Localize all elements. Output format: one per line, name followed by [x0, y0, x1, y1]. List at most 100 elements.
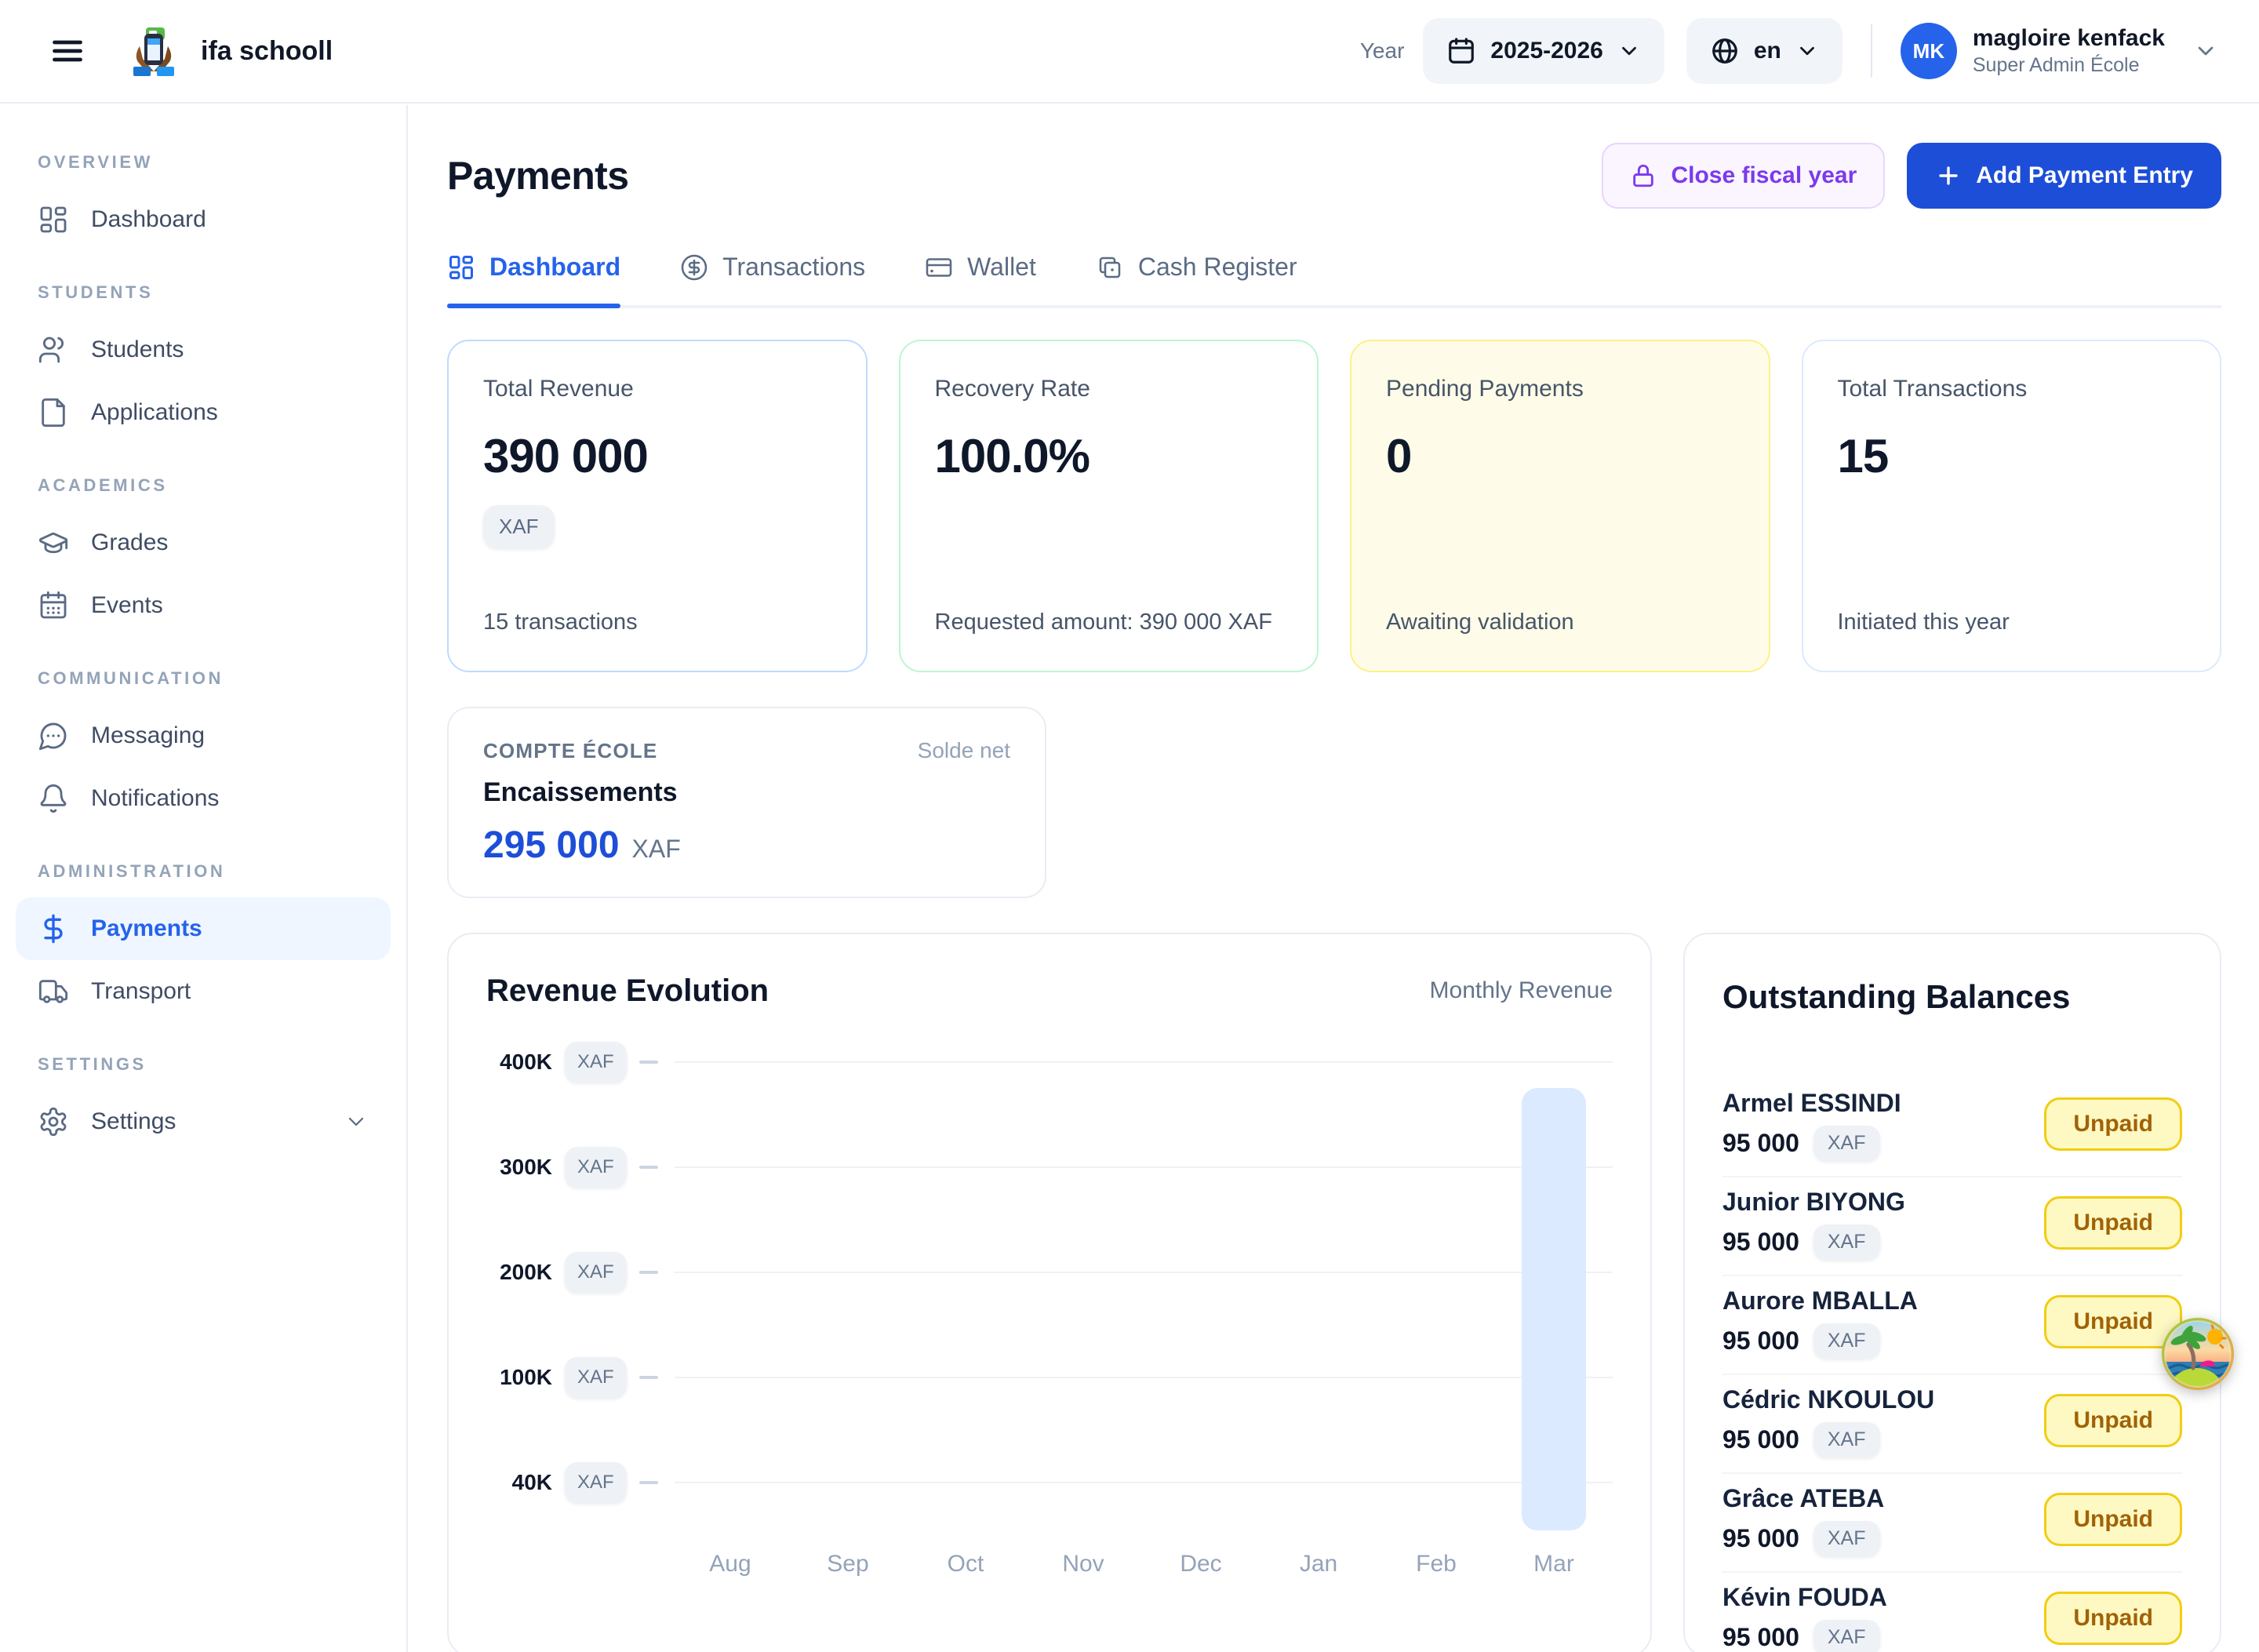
- x-tick-label: Mar: [1495, 1551, 1613, 1577]
- stat-value: 15: [1838, 429, 2186, 483]
- gridline-row: 200K XAF: [486, 1220, 1613, 1325]
- amount: 95 000: [1722, 1326, 1799, 1355]
- net-balance-label: Solde net: [918, 738, 1010, 763]
- sidebar-item-notifications[interactable]: Notifications: [0, 767, 406, 830]
- y-tick-label: 200K: [486, 1260, 552, 1285]
- x-tick-label: Aug: [671, 1551, 789, 1577]
- chart-legend: Monthly Revenue: [1430, 977, 1613, 1004]
- sidebar-item-grades[interactable]: Grades: [0, 511, 406, 574]
- topbar: ifa schooll Year 2025-2026 en MK: [0, 0, 2259, 104]
- tab-transactions[interactable]: Transactions: [680, 253, 865, 305]
- tick-mark: [639, 1376, 658, 1379]
- gear-icon: [38, 1106, 69, 1137]
- sidebar-item-messaging[interactable]: Messaging: [0, 704, 406, 767]
- tab-label: Dashboard: [489, 253, 620, 282]
- user-menu[interactable]: MK magloire kenfack Super Admin École: [1901, 23, 2218, 79]
- sidebar-item-label: Students: [91, 337, 184, 363]
- cash-register-icon: [1096, 253, 1124, 282]
- sidebar: OVERVIEW Dashboard STUDENTS Students App…: [0, 105, 408, 1652]
- status-badge: Unpaid: [2044, 1097, 2182, 1151]
- currency-badge: XAF: [1813, 1224, 1880, 1260]
- amount: 95 000: [1722, 1228, 1799, 1257]
- currency-badge: XAF: [483, 505, 555, 548]
- year-label: Year: [1360, 38, 1405, 64]
- divider: [1871, 24, 1872, 78]
- sidebar-section-academics: ACADEMICS: [0, 444, 406, 511]
- chart-title: Revenue Evolution: [486, 973, 769, 1009]
- currency-badge: XAF: [565, 1252, 627, 1293]
- sidebar-item-dashboard[interactable]: Dashboard: [0, 188, 406, 251]
- tick-mark: [639, 1166, 658, 1169]
- sidebar-section-overview: OVERVIEW: [0, 121, 406, 188]
- sidebar-item-payments[interactable]: Payments: [16, 897, 391, 960]
- gridline: [675, 1482, 1613, 1483]
- sidebar-item-students[interactable]: Students: [0, 318, 406, 381]
- sidebar-item-events[interactable]: Events: [0, 574, 406, 637]
- list-item[interactable]: Armel ESSINDI 95 000XAF Unpaid: [1722, 1079, 2182, 1177]
- sidebar-item-transport[interactable]: Transport: [0, 960, 406, 1023]
- tab-wallet[interactable]: Wallet: [925, 253, 1036, 305]
- year-selector[interactable]: 2025-2026: [1423, 18, 1664, 84]
- school-account-card: COMPTE ÉCOLE Solde net Encaissements 295…: [447, 707, 1046, 898]
- lock-icon: [1630, 162, 1657, 189]
- list-item[interactable]: Grâce ATEBA 95 000XAF Unpaid: [1722, 1474, 2182, 1573]
- gridline-row: 400KXAF: [486, 1010, 1613, 1115]
- sidebar-item-settings[interactable]: Settings: [0, 1090, 406, 1153]
- sidebar-item-applications[interactable]: Applications: [0, 381, 406, 444]
- stat-title: Recovery Rate: [935, 376, 1283, 402]
- y-tick-label: 100K: [486, 1365, 552, 1390]
- tab-label: Wallet: [967, 253, 1036, 282]
- revenue-evolution-chart: Revenue Evolution Monthly Revenue 400KXA…: [447, 933, 1652, 1652]
- list-item[interactable]: Aurore MBALLA 95 000XAF Unpaid: [1722, 1276, 2182, 1375]
- sidebar-item-label: Transport: [91, 978, 191, 1005]
- dollar-sign-icon: [38, 913, 69, 944]
- sidebar-section-administration: ADMINISTRATION: [0, 830, 406, 897]
- add-payment-entry-button[interactable]: Add Payment Entry: [1907, 143, 2221, 209]
- y-tick-label: 400K: [486, 1050, 552, 1075]
- avatar: MK: [1901, 23, 1957, 79]
- sidebar-item-label: Applications: [91, 399, 218, 426]
- gridline-row: 40KXAF: [486, 1430, 1613, 1535]
- language-selector[interactable]: en: [1686, 18, 1842, 84]
- stat-card-total-revenue: Total Revenue 390 000 XAF 15 transaction…: [447, 340, 868, 672]
- stat-value: 100.0%: [935, 429, 1283, 483]
- status-badge: Unpaid: [2044, 1493, 2182, 1546]
- list-item[interactable]: Kévin FOUDA 95 000XAF Unpaid: [1722, 1573, 2182, 1652]
- stat-subtitle: Awaiting validation: [1386, 606, 1734, 640]
- stat-value: 0: [1386, 429, 1734, 483]
- dashboard-grid-icon: [38, 204, 69, 235]
- tab-bar: Dashboard Transactions Wallet Cash Regis…: [447, 253, 2221, 308]
- sidebar-section-communication: COMMUNICATION: [0, 637, 406, 704]
- chevron-down-icon: [1617, 39, 1641, 63]
- truck-icon: [38, 976, 69, 1007]
- bar-mar[interactable]: [1522, 1088, 1586, 1530]
- tab-cash-register[interactable]: Cash Register: [1096, 253, 1297, 305]
- brand-name: ifa schooll: [201, 36, 333, 67]
- stat-title: Pending Payments: [1386, 376, 1734, 402]
- app-window: ifa schooll Year 2025-2026 en MK: [0, 0, 2259, 1652]
- tab-dashboard[interactable]: Dashboard: [447, 253, 620, 305]
- tick-mark: [639, 1271, 658, 1274]
- stat-subtitle: Initiated this year: [1838, 606, 2186, 640]
- currency-badge: XAF: [1813, 1521, 1880, 1556]
- calendar-days-icon: [38, 590, 69, 621]
- page-title: Payments: [447, 153, 628, 198]
- add-payment-entry-label: Add Payment Entry: [1976, 162, 2193, 189]
- hamburger-menu-icon[interactable]: [50, 34, 85, 68]
- close-fiscal-year-button[interactable]: Close fiscal year: [1602, 143, 1885, 209]
- stat-subtitle: 15 transactions: [483, 606, 831, 640]
- list-item[interactable]: Junior BIYONG 95 000XAF Unpaid: [1722, 1177, 2182, 1276]
- stat-card-pending-payments: Pending Payments 0 Awaiting validation: [1350, 340, 1770, 672]
- x-tick-label: Jan: [1260, 1551, 1377, 1577]
- tick-mark: [639, 1061, 658, 1064]
- list-item[interactable]: Cédric NKOULOU 95 000XAF Unpaid: [1722, 1375, 2182, 1474]
- palm-island-floating-button[interactable]: [2160, 1316, 2235, 1392]
- stat-title: Total Transactions: [1838, 376, 2186, 402]
- currency-badge: XAF: [1813, 1323, 1880, 1359]
- circle-dollar-icon: [680, 253, 708, 282]
- x-tick-label: Sep: [789, 1551, 907, 1577]
- sidebar-item-label: Grades: [91, 529, 168, 556]
- gridline: [675, 1166, 1613, 1168]
- globe-icon: [1710, 36, 1740, 66]
- sidebar-item-label: Events: [91, 592, 163, 619]
